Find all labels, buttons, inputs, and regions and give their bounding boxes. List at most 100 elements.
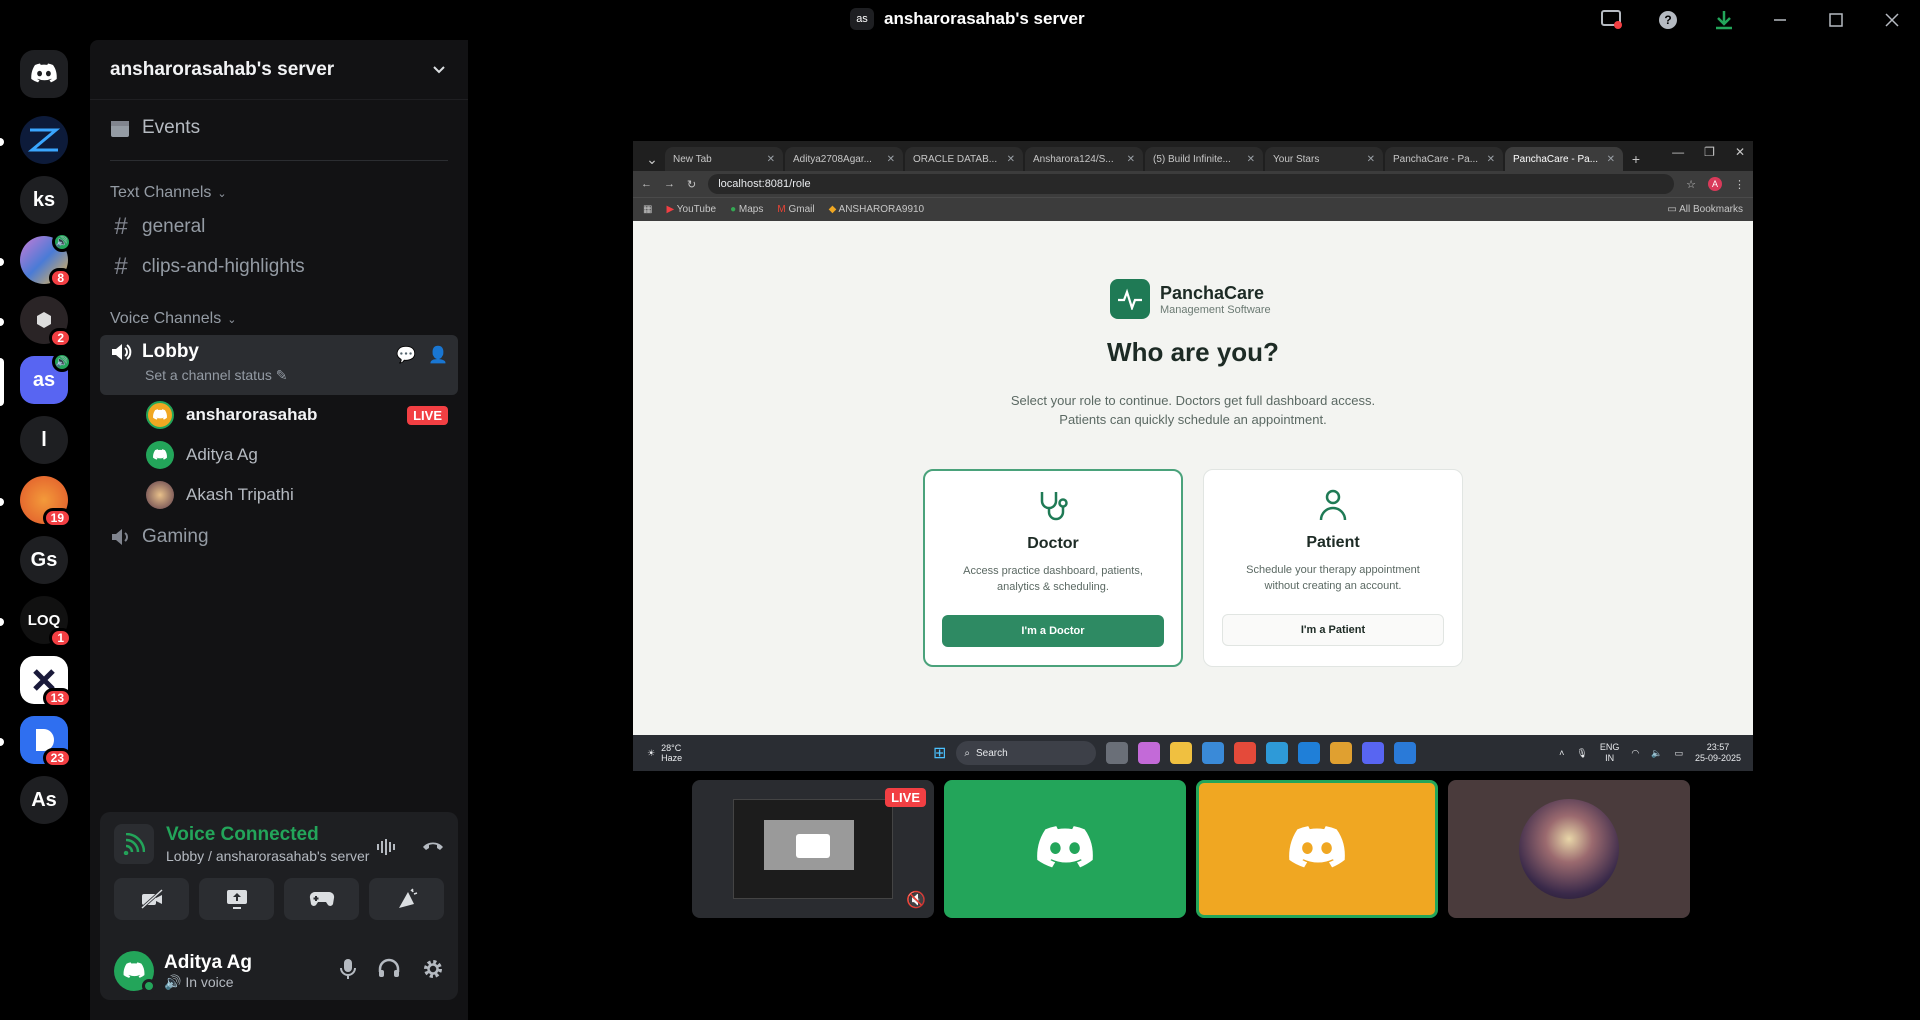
- server-header[interactable]: ansharorasahab's server: [90, 40, 468, 100]
- close-icon[interactable]: ✕: [1007, 154, 1015, 165]
- server-colorful[interactable]: 🔊 8: [20, 232, 72, 288]
- store-icon[interactable]: [1202, 742, 1225, 764]
- channel-general[interactable]: # general: [90, 207, 468, 247]
- server-gs[interactable]: Gs: [20, 536, 68, 584]
- chevron-up-icon[interactable]: ˄: [1559, 748, 1564, 759]
- chat-bubble-icon[interactable]: 💬: [396, 345, 416, 365]
- screen-share-button[interactable]: [199, 878, 274, 920]
- activity-button[interactable]: [284, 878, 359, 920]
- camera-off-button[interactable]: [114, 878, 189, 920]
- close-icon[interactable]: ✕: [1487, 154, 1495, 165]
- bookmark[interactable]: ◆ ANSHARORA9910: [829, 204, 925, 215]
- windows-start-icon[interactable]: ⊞: [933, 743, 946, 763]
- forward-icon[interactable]: →: [664, 178, 675, 190]
- browser-tab[interactable]: (5) Build Infinite... ✕: [1145, 147, 1263, 171]
- close-icon[interactable]: ✕: [1127, 154, 1135, 165]
- weather-widget[interactable]: ☀ 28°C Haze: [633, 743, 933, 763]
- voice-member[interactable]: Akash Tripathi: [90, 475, 468, 515]
- browser-tab[interactable]: PanchaCare - Pa... ✕: [1385, 147, 1503, 171]
- reload-icon[interactable]: ↻: [687, 178, 696, 191]
- doctor-card[interactable]: Doctor Access practice dashboard, patien…: [923, 469, 1183, 667]
- minimize-icon[interactable]: —: [1672, 145, 1684, 159]
- browser-tab[interactable]: New Tab ✕: [665, 147, 783, 171]
- copilot-icon[interactable]: [1138, 742, 1161, 764]
- channel-status[interactable]: Set a channel status ✎: [145, 367, 448, 384]
- close-icon[interactable]: ✕: [1247, 154, 1255, 165]
- close-icon[interactable]: ✕: [767, 154, 775, 165]
- close-icon[interactable]: ✕: [1735, 145, 1745, 159]
- server-blue[interactable]: 23: [20, 716, 72, 768]
- server-zc[interactable]: [20, 116, 68, 164]
- file-explorer-icon[interactable]: [1170, 742, 1193, 764]
- participant-tile[interactable]: [1448, 780, 1690, 918]
- minimize-icon[interactable]: [1752, 0, 1808, 40]
- avatar[interactable]: [114, 951, 156, 993]
- edge-icon[interactable]: [1298, 742, 1321, 764]
- screen-share-icon[interactable]: [1584, 0, 1640, 40]
- server-orange[interactable]: 19: [20, 476, 72, 528]
- disconnect-icon[interactable]: [422, 838, 444, 861]
- volume-icon[interactable]: 🔈: [1651, 748, 1662, 759]
- close-icon[interactable]: ✕: [887, 154, 895, 165]
- voice-connected-subtitle[interactable]: Lobby / ansharorasahab's server: [166, 848, 369, 864]
- url-field[interactable]: localhost:8081/role: [708, 174, 1675, 194]
- menu-icon[interactable]: ⋮: [1734, 178, 1745, 191]
- soundboard-button[interactable]: [369, 878, 444, 920]
- app-icon[interactable]: [1234, 742, 1257, 764]
- profile-icon[interactable]: A: [1708, 177, 1722, 191]
- shared-screen[interactable]: ⌄ New Tab ✕ Aditya2708Agar... ✕ ORACLE DAT…: [633, 141, 1753, 771]
- maximize-icon[interactable]: [1808, 0, 1864, 40]
- close-icon[interactable]: ✕: [1367, 154, 1375, 165]
- apps-icon[interactable]: ▦: [643, 204, 652, 215]
- chrome-icon[interactable]: [1330, 742, 1353, 764]
- voice-member[interactable]: ansharorasahab LIVE: [90, 395, 468, 435]
- voice-channel-lobby[interactable]: Lobby Set a channel status ✎ 💬 👤: [100, 335, 458, 395]
- taskbar-search[interactable]: ⌕ Search: [956, 741, 1097, 765]
- doctor-button[interactable]: I'm a Doctor: [942, 615, 1164, 647]
- new-tab-icon[interactable]: +: [1625, 147, 1647, 171]
- discord-icon[interactable]: [1362, 742, 1385, 764]
- microphone-icon[interactable]: [340, 958, 356, 985]
- bookmark[interactable]: ▶ YouTube: [666, 204, 716, 215]
- server-dark[interactable]: 2: [20, 296, 72, 348]
- star-icon[interactable]: ☆: [1686, 178, 1696, 191]
- browser-tab[interactable]: Your Stars ✕: [1265, 147, 1383, 171]
- voice-member[interactable]: Aditya Ag: [90, 435, 468, 475]
- noise-suppression-icon[interactable]: [376, 838, 398, 861]
- participant-tile-speaking[interactable]: [1196, 780, 1438, 918]
- browser-tab[interactable]: Ansharora124/S... ✕: [1025, 147, 1143, 171]
- clock[interactable]: 23:57 25-09-2025: [1695, 742, 1741, 764]
- battery-icon[interactable]: ▭: [1674, 748, 1683, 759]
- browser-tab[interactable]: Aditya2708Agar... ✕: [785, 147, 903, 171]
- app-icon[interactable]: [1266, 742, 1289, 764]
- category-voice-channels[interactable]: Voice Channels ⌄: [90, 305, 468, 333]
- server-x[interactable]: 13: [20, 656, 72, 708]
- vscode-icon[interactable]: [1394, 742, 1417, 764]
- browser-tab[interactable]: ORACLE DATAB... ✕: [905, 147, 1023, 171]
- close-icon[interactable]: ✕: [1607, 154, 1615, 165]
- tab-search-icon[interactable]: ⌄: [641, 147, 663, 171]
- language-indicator[interactable]: ENG IN: [1600, 742, 1620, 764]
- all-bookmarks[interactable]: ▭ All Bookmarks: [1667, 204, 1743, 215]
- back-icon[interactable]: ←: [641, 178, 652, 190]
- close-icon[interactable]: [1864, 0, 1920, 40]
- server-lenovo[interactable]: LOQ 1: [20, 596, 72, 648]
- restore-icon[interactable]: ❐: [1704, 145, 1715, 159]
- add-user-icon[interactable]: 👤: [428, 345, 448, 365]
- task-view-icon[interactable]: [1106, 742, 1129, 764]
- voice-channel-gaming[interactable]: Gaming: [90, 517, 468, 557]
- bookmark[interactable]: M Gmail: [777, 204, 814, 215]
- category-text-channels[interactable]: Text Channels ⌄: [90, 179, 468, 207]
- server-as-active[interactable]: as 🔊: [20, 352, 72, 404]
- patient-button[interactable]: I'm a Patient: [1222, 614, 1444, 646]
- patient-card[interactable]: Patient Schedule your therapy appointmen…: [1203, 469, 1463, 667]
- mic-icon[interactable]: 🎙: [1576, 748, 1587, 759]
- muted-speaker-icon[interactable]: 🔇: [906, 890, 926, 910]
- bookmark[interactable]: ● Maps: [730, 204, 763, 215]
- events-item[interactable]: Events: [90, 100, 468, 156]
- help-icon[interactable]: ?: [1640, 0, 1696, 40]
- browser-tab-active[interactable]: PanchaCare - Pa... ✕: [1505, 147, 1623, 171]
- wifi-icon[interactable]: ◠: [1631, 748, 1639, 759]
- participant-tile[interactable]: [944, 780, 1186, 918]
- headphones-icon[interactable]: [378, 958, 400, 985]
